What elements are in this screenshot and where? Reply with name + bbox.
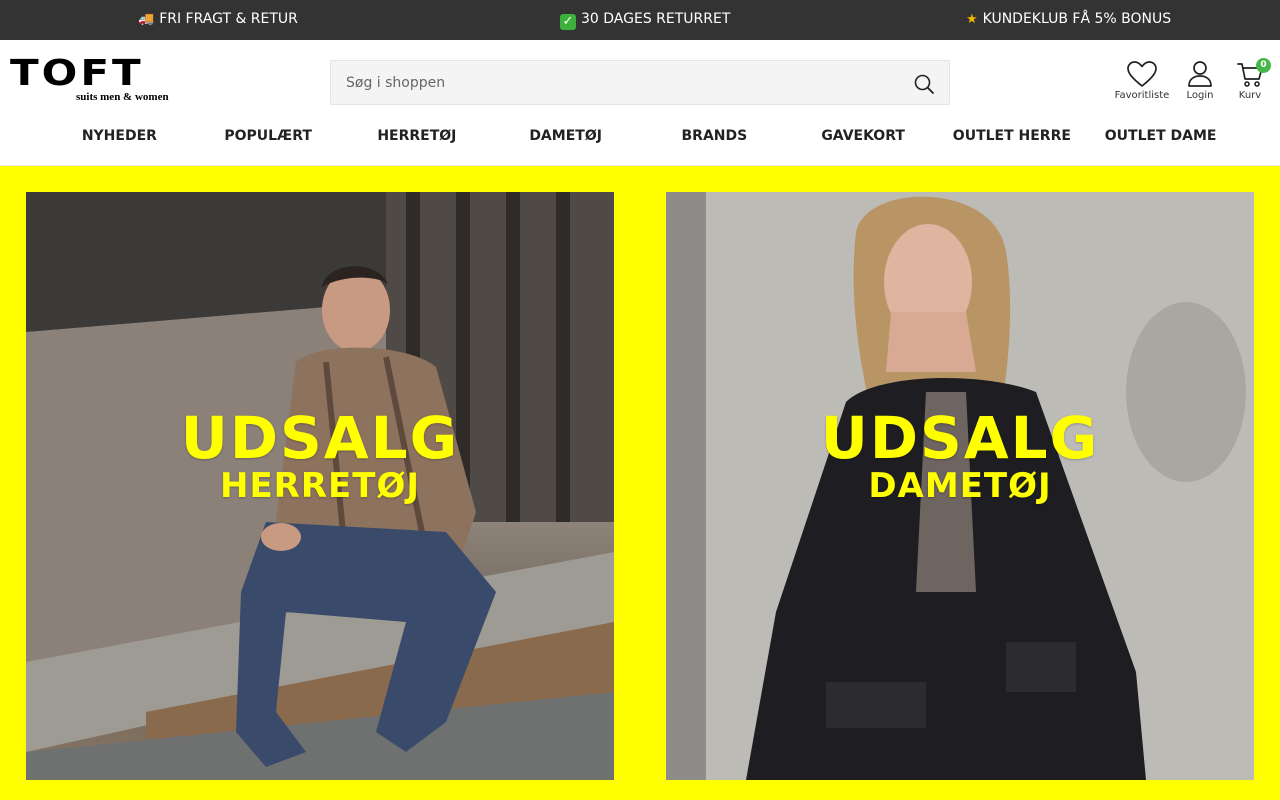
announcement-bar: 🚚 FRI FRAGT & RETUR ✓ 30 DAGES RETURRET ★ K… [0,0,1280,40]
announcement-loyalty-club: ★ KUNDEKLUB FÅ 5% BONUS [966,11,1171,27]
nav-item-dametoej[interactable]: DAMETØJ [491,128,640,144]
banner-headline: UDSALG [820,404,1100,472]
banner-subheadline: HERRETØJ [219,466,420,506]
hero-banner: UDSALG HERRETØJ UDSALG DAMETØJ [0,166,1280,800]
logo-tagline: suits men & women [76,91,169,103]
favorites-button[interactable]: Favoritliste [1114,60,1170,104]
announcement-text: KUNDEKLUB FÅ 5% BONUS [982,11,1172,27]
user-icon [1188,61,1212,87]
announcement-text: 30 DAGES RETURRET [581,11,731,27]
nav-item-brands[interactable]: BRANDS [640,128,789,144]
login-button[interactable]: Login [1182,60,1218,104]
nav-item-populaert[interactable]: POPULÆRT [194,128,343,144]
sale-womenswear-banner[interactable]: UDSALG DAMETØJ [666,192,1254,780]
cart-label: Kurv [1238,90,1262,101]
site-header: TOFT suits men & women Favoritliste Logi… [0,40,1280,166]
logo-wordmark: TOFT [10,52,144,94]
login-label: Login [1186,90,1214,101]
star-icon: ★ [966,12,978,27]
announcement-free-shipping: 🚚 FRI FRAGT & RETUR [138,11,298,27]
search-input[interactable] [331,61,901,104]
nav-item-outlet-herre[interactable]: OUTLET HERRE [938,128,1087,144]
site-logo[interactable]: TOFT suits men & women [10,52,170,108]
check-icon: ✓ [560,14,576,30]
announcement-return-policy: ✓ 30 DAGES RETURRET [560,11,730,30]
favorites-label: Favoritliste [1114,90,1170,101]
cart-count-badge: 0 [1256,58,1271,73]
nav-item-gavekort[interactable]: GAVEKORT [789,128,938,144]
truck-icon: 🚚 [138,12,155,27]
announcement-text: FRI FRAGT & RETUR [159,11,298,27]
nav-item-herretoej[interactable]: HERRETØJ [343,128,492,144]
banner-subheadline: DAMETØJ [868,466,1052,506]
banner-headline: UDSALG [180,404,460,472]
search-icon[interactable] [913,73,935,95]
nav-item-outlet-dame[interactable]: OUTLET DAME [1086,128,1235,144]
search-bar [330,60,950,105]
sale-menswear-banner[interactable]: UDSALG HERRETØJ [26,192,614,780]
heart-icon [1127,61,1157,87]
nav-item-nyheder[interactable]: NYHEDER [45,128,194,144]
main-navigation: NYHEDER POPULÆRT HERRETØJ DAMETØJ BRANDS… [45,128,1235,152]
cart-button[interactable]: 0 Kurv [1232,58,1271,104]
